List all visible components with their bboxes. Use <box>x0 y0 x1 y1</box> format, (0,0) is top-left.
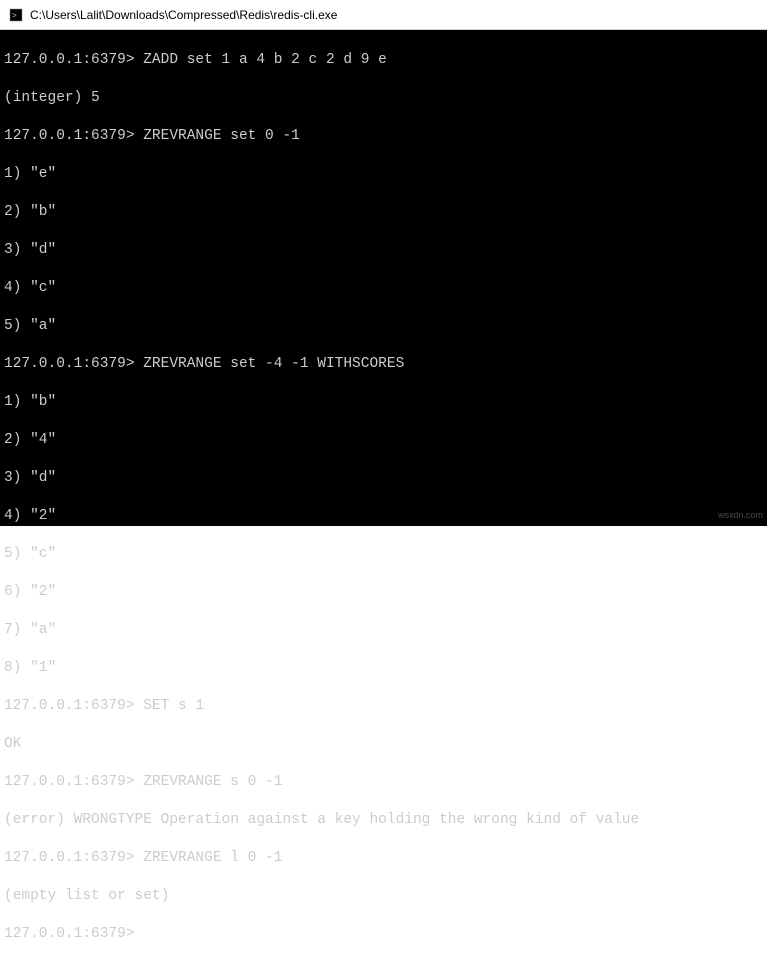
terminal-output[interactable]: 127.0.0.1:6379> ZADD set 1 a 4 b 2 c 2 d… <box>0 30 767 526</box>
terminal-line: 127.0.0.1:6379> SET s 1 <box>4 697 763 716</box>
terminal-line: 6) "2" <box>4 583 763 602</box>
window-title: C:\Users\Lalit\Downloads\Compressed\Redi… <box>30 8 337 22</box>
terminal-line: 127.0.0.1:6379> <box>4 925 763 944</box>
terminal-line: OK <box>4 735 763 754</box>
svg-text:>: > <box>12 12 17 21</box>
terminal-line: 8) "1" <box>4 659 763 678</box>
terminal-line: (integer) 5 <box>4 89 763 108</box>
terminal-line: 2) "b" <box>4 203 763 222</box>
terminal-line: 127.0.0.1:6379> ZREVRANGE set -4 -1 WITH… <box>4 355 763 374</box>
terminal-line: 5) "c" <box>4 545 763 564</box>
app-icon: > <box>8 7 24 23</box>
terminal-line: 3) "d" <box>4 241 763 260</box>
terminal-line: 1) "e" <box>4 165 763 184</box>
terminal-line: (empty list or set) <box>4 887 763 906</box>
terminal-line: 2) "4" <box>4 431 763 450</box>
terminal-line: 4) "2" <box>4 507 763 526</box>
terminal-line: 127.0.0.1:6379> ZREVRANGE l 0 -1 <box>4 849 763 868</box>
terminal-line: (error) WRONGTYPE Operation against a ke… <box>4 811 763 830</box>
terminal-line: 127.0.0.1:6379> ZREVRANGE s 0 -1 <box>4 773 763 792</box>
terminal-line: 4) "c" <box>4 279 763 298</box>
watermark: wsxdn.com <box>718 510 763 520</box>
terminal-line: 5) "a" <box>4 317 763 336</box>
window-titlebar: > C:\Users\Lalit\Downloads\Compressed\Re… <box>0 0 767 30</box>
terminal-line: 1) "b" <box>4 393 763 412</box>
terminal-line: 127.0.0.1:6379> ZREVRANGE set 0 -1 <box>4 127 763 146</box>
terminal-line: 3) "d" <box>4 469 763 488</box>
terminal-line: 7) "a" <box>4 621 763 640</box>
terminal-line: 127.0.0.1:6379> ZADD set 1 a 4 b 2 c 2 d… <box>4 51 763 70</box>
